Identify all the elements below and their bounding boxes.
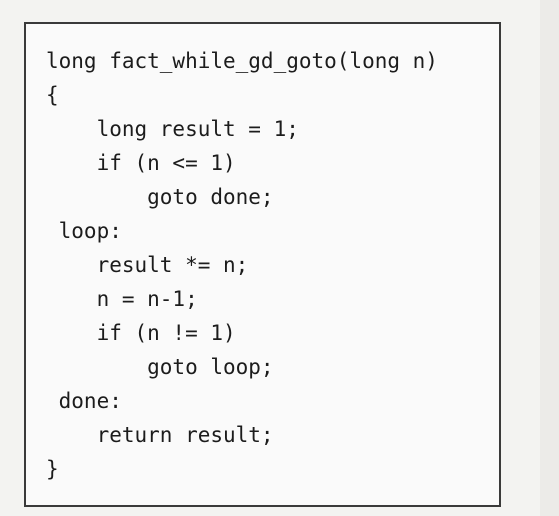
page: long fact_while_gd_goto(long n) { long re… <box>0 0 559 516</box>
code-line: goto loop; <box>46 355 274 379</box>
code-line: goto done; <box>46 185 274 209</box>
code-line: if (n <= 1) <box>46 151 236 175</box>
code-line: loop: <box>46 219 122 243</box>
code-line: { <box>46 83 59 107</box>
code-line: long fact_while_gd_goto(long n) <box>46 49 438 73</box>
code-line: long result = 1; <box>46 117 299 141</box>
code-line: if (n != 1) <box>46 321 236 345</box>
code-line: result *= n; <box>46 253 249 277</box>
page-margin <box>540 0 559 516</box>
code-listing: long fact_while_gd_goto(long n) { long re… <box>46 44 438 486</box>
code-line: } <box>46 457 59 481</box>
code-line: n = n-1; <box>46 287 198 311</box>
code-line: done: <box>46 389 122 413</box>
code-line: return result; <box>46 423 274 447</box>
